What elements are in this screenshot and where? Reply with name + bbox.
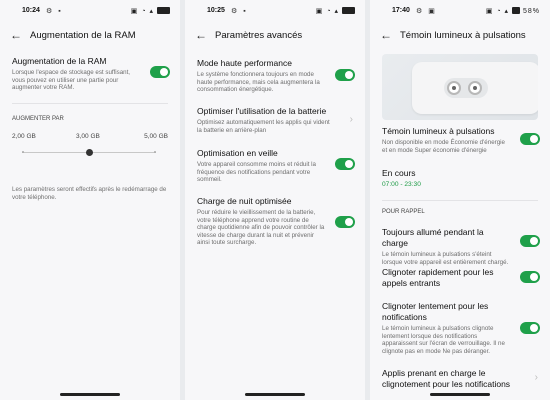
- status-time: 17:40: [392, 7, 410, 14]
- status-system-icons: ▣ ◔ ▴ 58%: [485, 7, 540, 15]
- always-on-charging-row: Toujours allumé pendant la charge Le tém…: [382, 227, 510, 266]
- always-on-charging-desc: Le témoin lumineux à pulsations s'éteint…: [382, 251, 509, 266]
- restart-note: Les paramètres seront effectifs après le…: [12, 186, 167, 201]
- page-title: Témoin lumineux à pulsations: [400, 30, 526, 41]
- page-header: ← Paramètres avancés: [195, 28, 355, 44]
- schedule-title: En cours: [382, 168, 416, 178]
- page-title: Augmentation de la RAM: [30, 30, 136, 41]
- ram-slider-thumb[interactable]: [86, 149, 93, 156]
- ram-boost-toggle[interactable]: [150, 66, 170, 78]
- battery-optimization-title: Optimiser l'utilisation de la batterie: [197, 106, 327, 116]
- high-performance-row: Mode haute performance Le système foncti…: [197, 58, 325, 94]
- home-indicator[interactable]: [60, 393, 120, 396]
- screen-advanced-settings: 10:25 ⚙ ▪ ▣ ◔ ▴ ← Paramètres avancés Mod…: [185, 0, 365, 400]
- high-performance-desc: Le système fonctionnera toujours en mode…: [197, 71, 320, 94]
- back-arrow-icon[interactable]: ←: [10, 28, 22, 42]
- back-arrow-icon[interactable]: ←: [195, 28, 207, 42]
- chevron-right-icon[interactable]: ›: [350, 114, 353, 125]
- battery-icon: [157, 7, 170, 14]
- section-header: AUGMENTER PAR: [12, 116, 64, 122]
- pulse-light-toggle[interactable]: [520, 133, 540, 145]
- ram-boost-desc: Lorsque l'espace de stockage est suffisa…: [12, 69, 131, 92]
- slow-blink-notifications-title: Clignoter lentement pour les notificatio…: [382, 301, 489, 322]
- status-time: 10:24: [22, 7, 40, 14]
- night-charging-toggle[interactable]: [335, 216, 355, 228]
- sleep-optimization-desc: Votre appareil consomme moins et réduit …: [197, 161, 316, 184]
- ram-boost-row: Augmentation de la RAM Lorsque l'espace …: [12, 56, 140, 92]
- phone-preview-image: [382, 54, 538, 120]
- always-on-charging-title: Toujours allumé pendant la charge: [382, 227, 484, 248]
- battery-optimization-desc: Optimisez automatiquement les applis qui…: [197, 119, 330, 134]
- ram-boost-title: Augmentation de la RAM: [12, 56, 107, 66]
- camera-module: [444, 78, 488, 98]
- status-bar: 17:40 ⚙ ▣ ▣ ◔ ▴ 58%: [380, 6, 542, 18]
- divider: [12, 103, 168, 104]
- page-title: Paramètres avancés: [215, 30, 303, 41]
- status-notification-icons: ⚙ ▣: [416, 8, 437, 15]
- status-notification-icons: ⚙ ▪: [46, 8, 63, 15]
- fast-blink-calls-row: Clignoter rapidement pour les appels ent…: [382, 267, 510, 289]
- battery-icon: [342, 7, 355, 14]
- status-system-icons: ▣ ◔ ▴: [316, 7, 355, 15]
- phone-back-illustration: [412, 62, 538, 114]
- slider-option-2gb: 2,00 GB: [12, 133, 36, 140]
- slider-tick: [154, 151, 156, 153]
- screen-ram-boost: 10:24 ⚙ ▪ ▣ ◔ ▴ ← Augmentation de la RAM…: [0, 0, 180, 400]
- supported-apps-title: Applis prenant en charge le clignotement…: [382, 368, 511, 389]
- pulse-light-row: Témoin lumineux à pulsations Non disponi…: [382, 126, 510, 154]
- always-on-charging-toggle[interactable]: [520, 235, 540, 247]
- pulse-light-title: Témoin lumineux à pulsations: [382, 126, 495, 136]
- schedule-time: 07:00 - 23:30: [382, 181, 421, 188]
- slow-blink-notifications-row: Clignoter lentement pour les notificatio…: [382, 301, 510, 355]
- battery-icon: [512, 7, 521, 14]
- pulse-light-desc: Non disponible en mode Économie d'énergi…: [382, 139, 505, 154]
- high-performance-title: Mode haute performance: [197, 58, 292, 68]
- schedule-row[interactable]: En cours 07:00 - 23:30: [382, 168, 540, 188]
- camera-lens-icon: [468, 81, 482, 95]
- night-charging-desc: Pour réduire le vieillissement de la bat…: [197, 209, 325, 247]
- chevron-right-icon[interactable]: ›: [535, 372, 538, 383]
- battery-optimization-row[interactable]: Optimiser l'utilisation de la batterie O…: [197, 106, 335, 134]
- supported-apps-row[interactable]: Applis prenant en charge le clignotement…: [382, 368, 520, 390]
- page-header: ← Augmentation de la RAM: [10, 28, 170, 44]
- fast-blink-calls-title: Clignoter rapidement pour les appels ent…: [382, 267, 494, 288]
- night-charging-title: Charge de nuit optimisée: [197, 196, 292, 206]
- slider-option-3gb: 3,00 GB: [76, 133, 100, 140]
- high-performance-toggle[interactable]: [335, 69, 355, 81]
- sleep-optimization-row: Optimisation en veille Votre appareil co…: [197, 148, 325, 184]
- battery-percent: 58%: [522, 8, 540, 15]
- camera-lens-icon: [447, 81, 461, 95]
- section-header: POUR RAPPEL: [382, 209, 425, 215]
- fast-blink-calls-toggle[interactable]: [520, 271, 540, 283]
- slider-tick: [22, 151, 24, 153]
- status-notification-icons: ⚙ ▪: [231, 8, 248, 15]
- screen-pulse-light: 17:40 ⚙ ▣ ▣ ◔ ▴ 58% ← Témoin lumineux à …: [370, 0, 550, 400]
- slow-blink-notifications-toggle[interactable]: [520, 322, 540, 334]
- slow-blink-notifications-desc: Le témoin lumineux à pulsations clignote…: [382, 325, 505, 355]
- sleep-optimization-title: Optimisation en veille: [197, 148, 278, 158]
- night-charging-row: Charge de nuit optimisée Pour réduire le…: [197, 196, 325, 247]
- slider-option-5gb: 5,00 GB: [144, 133, 168, 140]
- page-header: ← Témoin lumineux à pulsations: [380, 28, 540, 44]
- status-system-icons: ▣ ◔ ▴: [131, 7, 170, 15]
- status-time: 10:25: [207, 7, 225, 14]
- back-arrow-icon[interactable]: ←: [380, 28, 392, 42]
- sleep-optimization-toggle[interactable]: [335, 158, 355, 170]
- divider: [382, 200, 538, 201]
- home-indicator[interactable]: [430, 393, 490, 396]
- status-bar: 10:24 ⚙ ▪ ▣ ◔ ▴: [10, 6, 172, 18]
- status-bar: 10:25 ⚙ ▪ ▣ ◔ ▴: [195, 6, 357, 18]
- home-indicator[interactable]: [245, 393, 305, 396]
